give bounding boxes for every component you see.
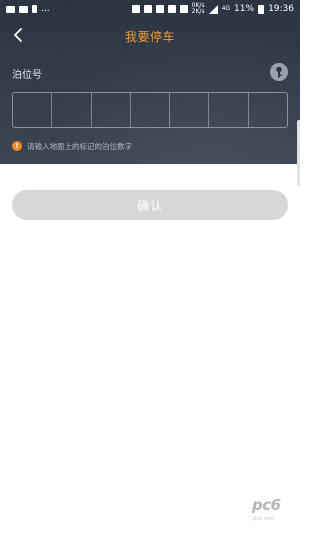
network-type-text: 4G: [221, 5, 231, 12]
location-icon: [143, 5, 152, 13]
top-panel: ... 0K/s 2K/s 4G 11% 19:36 我要停车 泊位号 ! 请输…: [0, 0, 300, 164]
phone-notification-icon: [32, 5, 37, 13]
key-glyph: [276, 66, 282, 78]
hint-text: 请输入地面上的标记的泊位数字: [27, 141, 132, 151]
alarm-icon: [131, 5, 140, 13]
nfc-icon: [167, 5, 176, 13]
digit-slot-4[interactable]: [131, 93, 171, 127]
warning-icon: !: [12, 141, 22, 151]
page-title: 我要停车: [124, 30, 175, 44]
hint-row: ! 请输入地面上的标记的泊位数字: [12, 140, 132, 152]
bluetooth-icon: [155, 5, 164, 13]
digit-slot-2[interactable]: [52, 93, 92, 127]
clock-text: 19:36: [268, 4, 294, 14]
watermark-main-text: pc6: [252, 496, 281, 514]
wifi-icon: [179, 5, 188, 13]
watermark-sub-text: pc6.com: [253, 516, 275, 522]
more-notifications-text: ...: [41, 4, 50, 14]
app-screen: ... 0K/s 2K/s 4G 11% 19:36 我要停车 泊位号 ! 请输…: [0, 0, 300, 533]
status-bar-left: ...: [6, 4, 50, 14]
digit-slot-3[interactable]: [92, 93, 131, 127]
status-bar: ... 0K/s 2K/s 4G 11% 19:36: [0, 0, 300, 18]
status-bar-right: 0K/s 2K/s 4G 11% 19:36: [131, 3, 294, 15]
digit-slot-1[interactable]: [13, 93, 53, 127]
watermark-logo: pc6 pc6.com: [252, 496, 296, 526]
signal-icon: [208, 4, 218, 14]
berth-number-input[interactable]: [12, 92, 288, 128]
berth-number-label: 泊位号: [12, 70, 42, 81]
speed-down-text: 2K/s: [191, 8, 205, 15]
scroll-indicator: [297, 120, 300, 186]
digit-slot-5[interactable]: [170, 93, 210, 127]
image-notification-icon: [19, 5, 28, 13]
confirm-button[interactable]: 确认: [12, 190, 288, 220]
battery-icon: [258, 4, 265, 14]
gallery-notification-icon: [6, 5, 15, 13]
battery-percent-text: 11%: [234, 4, 255, 14]
digit-slot-7[interactable]: [249, 93, 287, 127]
nav-bar: 我要停车: [0, 22, 300, 50]
key-icon[interactable]: [270, 63, 288, 81]
network-speed: 0K/s 2K/s: [192, 3, 205, 15]
digit-slot-6[interactable]: [209, 93, 249, 127]
